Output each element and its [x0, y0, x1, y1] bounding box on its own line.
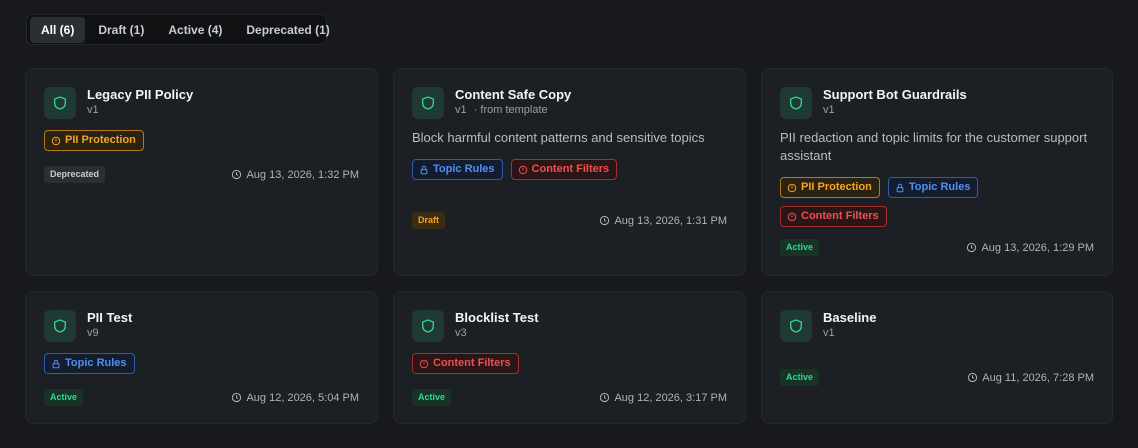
status-badge: Deprecated [44, 166, 106, 183]
updated-date: Aug 13, 2026, 1:31 PM [599, 215, 727, 227]
policy-grid: Legacy PII Policy v1 PII Protection Depr… [25, 68, 1113, 424]
clock-icon [968, 372, 978, 383]
policy-title: Baseline [823, 310, 877, 325]
policy-version: v1 [823, 327, 835, 339]
policy-card[interactable]: Baseline v1 Active Aug 11, 2026, 7:28 PM [761, 291, 1113, 424]
filter-tabs: All (6) Draft (1) Active (4) Deprecated … [26, 14, 330, 45]
tag-content-filters: Content Filters [412, 353, 519, 374]
policy-title: Legacy PII Policy [87, 87, 194, 102]
policy-title: Content Safe Copy [455, 87, 572, 102]
date-text: Aug 13, 2026, 1:29 PM [981, 241, 1094, 254]
date-text: Aug 12, 2026, 3:17 PM [614, 391, 727, 404]
status-badge: Draft [412, 212, 446, 229]
shield-icon [412, 310, 444, 342]
shield-alert-icon [419, 359, 429, 368]
tab-draft[interactable]: Draft (1) [87, 17, 155, 43]
tag-topic-rules: Topic Rules [44, 353, 135, 374]
tag-content-filters: Content Filters [510, 159, 618, 180]
status-badge: Active [780, 239, 820, 256]
shield-alert-icon [518, 165, 527, 174]
tag-topic-rules: Topic Rules [412, 159, 503, 180]
updated-date: Aug 12, 2026, 3:17 PM [599, 392, 727, 404]
updated-date: Aug 13, 2026, 1:32 PM [231, 169, 359, 181]
date-text: Aug 13, 2026, 1:32 PM [246, 168, 359, 181]
shield-icon [44, 310, 76, 342]
policy-version: v1 [87, 104, 99, 116]
shield-icon [780, 310, 812, 342]
tag-pii-protection: PII Protection [780, 177, 880, 198]
shield-icon [780, 87, 812, 119]
policy-source: · from template [473, 104, 548, 116]
clock-icon [232, 169, 242, 180]
lock-icon [420, 165, 428, 174]
shield-alert-icon [787, 183, 797, 192]
status-badge: Active [44, 389, 84, 406]
tag-content-filters: Content Filters [780, 206, 887, 227]
policy-card[interactable]: Support Bot Guardrails v1 PII redaction … [761, 68, 1113, 276]
status-badge: Active [780, 369, 820, 386]
tag-label: Content Filters [801, 210, 879, 222]
clock-icon [232, 392, 242, 403]
status-badge: Active [412, 389, 452, 406]
clock-icon [600, 392, 610, 403]
tag-label: Topic Rules [908, 181, 971, 193]
tag-label: Topic Rules [65, 357, 127, 369]
tag-label: Content Filters [531, 163, 610, 175]
lock-icon [896, 183, 904, 192]
tag-label: PII Protection [801, 181, 872, 193]
clock-icon [600, 215, 610, 226]
tab-all[interactable]: All (6) [30, 16, 86, 43]
shield-alert-icon [51, 136, 61, 145]
date-text: Aug 11, 2026, 7:28 PM [982, 371, 1094, 384]
policy-version: v9 [87, 327, 99, 339]
clock-icon [967, 242, 977, 253]
tab-active[interactable]: Active (4) [157, 17, 233, 43]
tag-label: Topic Rules [433, 163, 495, 175]
policy-card[interactable]: Blocklist Test v3 Content Filters Active… [393, 291, 746, 424]
tag-topic-rules: Topic Rules [887, 177, 979, 198]
updated-date: Aug 13, 2026, 1:29 PM [966, 242, 1094, 254]
policy-description: PII redaction and topic limits for the c… [780, 130, 1088, 163]
tag-pii-protection: PII Protection [44, 130, 144, 151]
date-text: Aug 12, 2026, 5:04 PM [246, 391, 359, 404]
updated-date: Aug 11, 2026, 7:28 PM [967, 372, 1094, 384]
shield-alert-icon [787, 212, 797, 221]
policy-title: Blocklist Test [455, 310, 539, 325]
lock-icon [52, 359, 60, 368]
policy-card[interactable]: Legacy PII Policy v1 PII Protection Depr… [25, 68, 378, 276]
date-text: Aug 13, 2026, 1:31 PM [614, 214, 727, 227]
policy-version: v1 [455, 104, 467, 116]
updated-date: Aug 12, 2026, 5:04 PM [231, 392, 359, 404]
policy-card[interactable]: Content Safe Copy v1 · from template Blo… [393, 68, 746, 276]
policy-card[interactable]: PII Test v9 Topic Rules Active Aug 12, 2… [25, 291, 378, 424]
policy-title: PII Test [87, 310, 133, 325]
shield-icon [412, 87, 444, 119]
tab-deprecated[interactable]: Deprecated (1) [235, 17, 340, 43]
policy-version: v1 [823, 104, 835, 116]
tag-label: PII Protection [65, 134, 136, 146]
tag-label: Content Filters [433, 357, 511, 369]
shield-icon [44, 87, 76, 119]
policy-description: Block harmful content patterns and sensi… [412, 130, 705, 145]
policy-version: v3 [455, 327, 467, 339]
policy-title: Support Bot Guardrails [823, 87, 967, 102]
